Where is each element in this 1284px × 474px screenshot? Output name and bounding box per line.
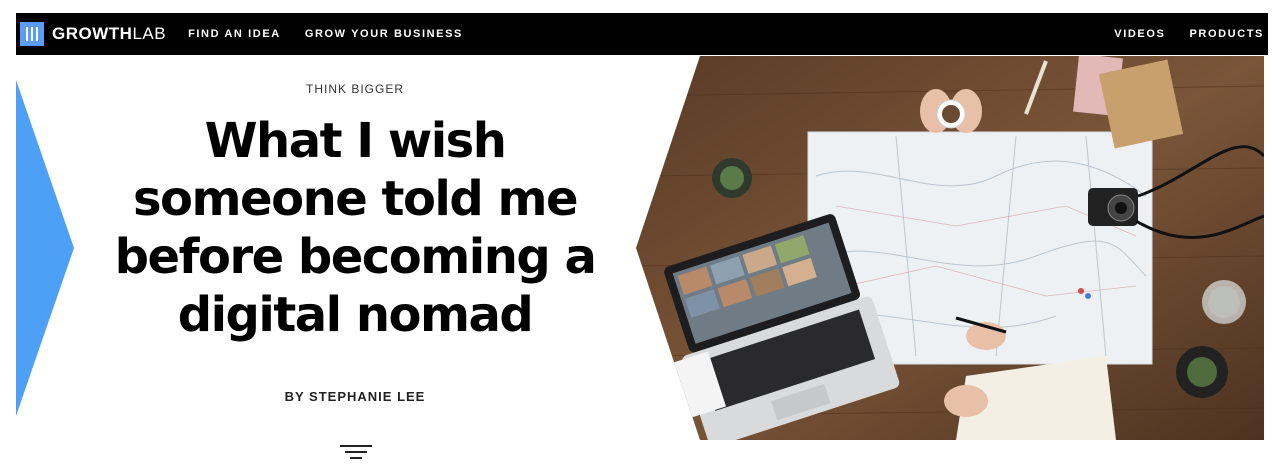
growthlab-logo-icon [20,22,44,46]
nav-link-videos[interactable]: VIDEOS [1114,28,1165,40]
article-byline[interactable]: BY STEPHANIE LEE [230,389,480,404]
nav-link-grow-your-business[interactable]: GROW YOUR BUSINESS [305,28,463,40]
potted-plant [1176,346,1228,398]
logo-text-bold: GROWTH [52,24,133,43]
logo-text-light: LAB [132,24,167,43]
growthlab-logo[interactable]: GROWTHLAB [20,22,166,46]
nav-link-find-an-idea[interactable]: FIND AN IDEA [188,28,281,40]
logo-text: GROWTHLAB [52,24,166,44]
nav-link-products[interactable]: PRODUCTS [1189,28,1264,40]
succulent-plant [712,158,752,198]
nav-left-links: FIND AN IDEA GROW YOUR BUSINESS [188,28,487,40]
water-glass [1202,280,1246,324]
top-navbar: GROWTHLAB FIND AN IDEA GROW YOUR BUSINES… [16,13,1268,55]
article-title[interactable]: What I wish someone told me before becom… [88,112,622,344]
pushpin [1085,293,1091,299]
hero-image [636,56,1264,440]
article-kicker[interactable]: THINK BIGGER [230,82,480,96]
blue-chevron-decoration [16,80,74,416]
hamburger-icon[interactable] [340,443,372,463]
pushpin [1078,288,1084,294]
nav-right-links: VIDEOS PRODUCTS [1090,28,1264,40]
